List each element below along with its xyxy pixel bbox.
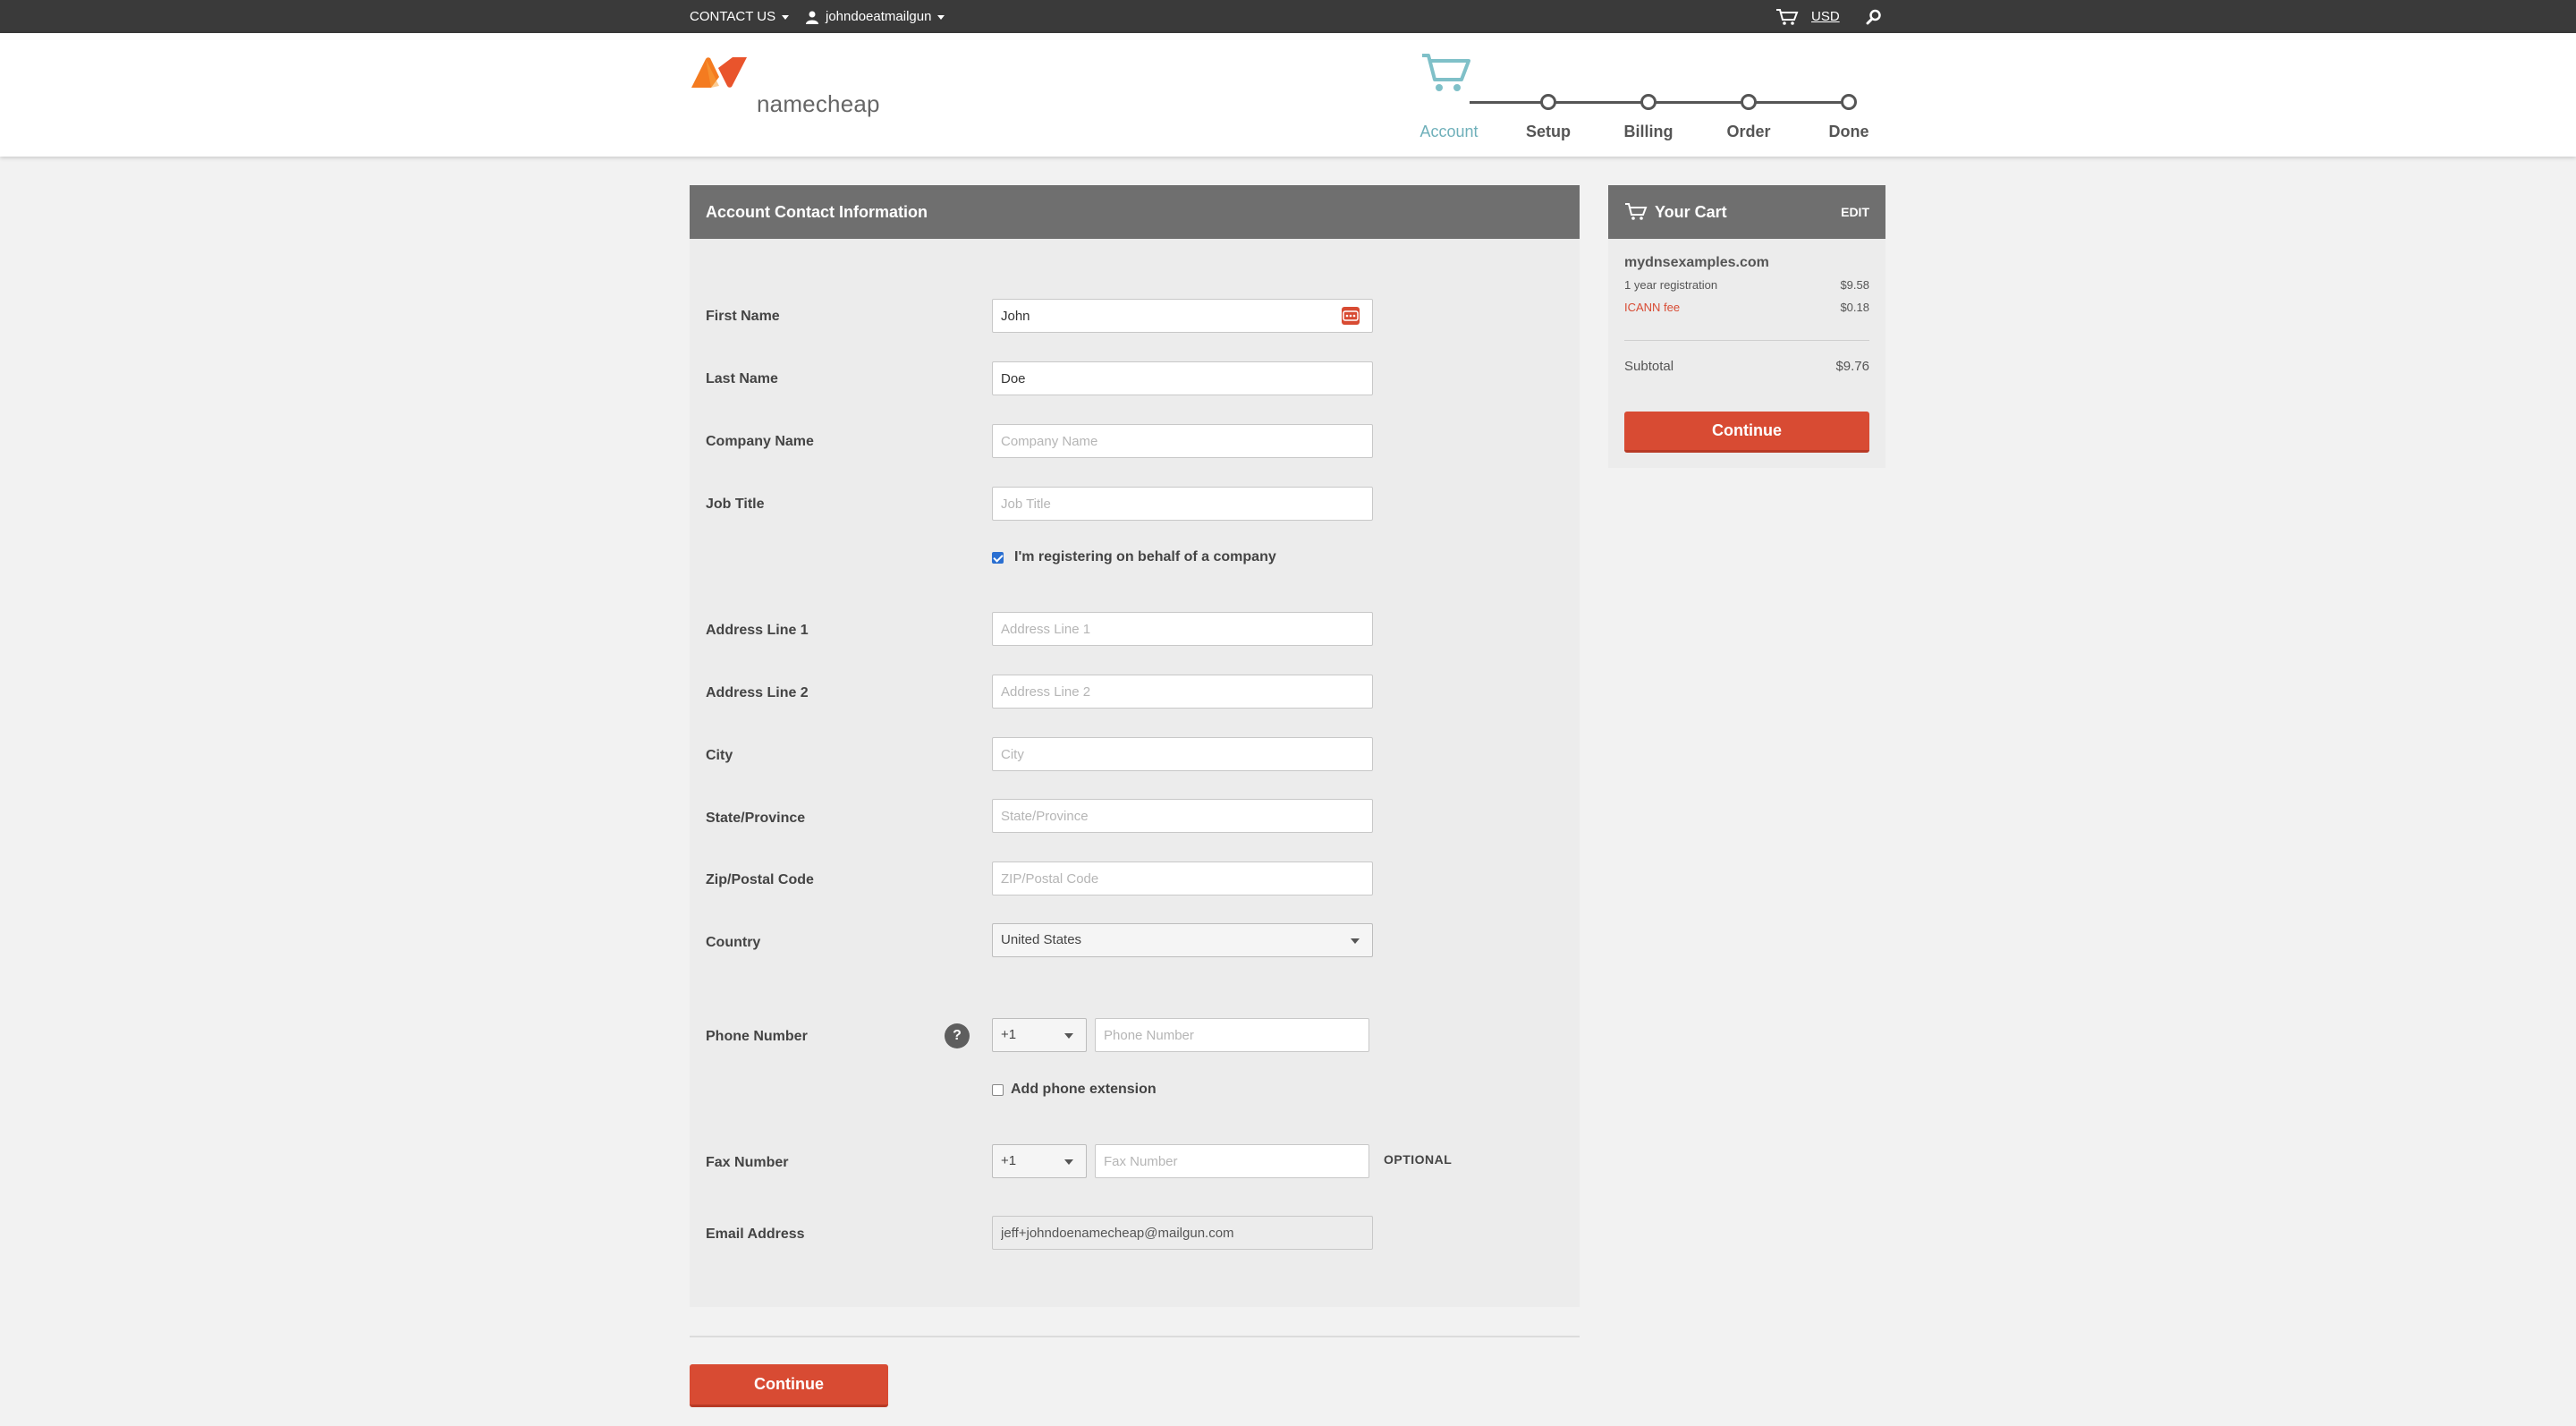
- search-button[interactable]: [1866, 0, 1882, 33]
- first-name-field[interactable]: [992, 299, 1373, 333]
- phone-number-label: Phone Number: [706, 1029, 808, 1044]
- zip-field[interactable]: [992, 862, 1373, 895]
- email-field[interactable]: [992, 1216, 1373, 1250]
- form-divider: [690, 1336, 1580, 1337]
- top-bar: CONTACT US johndoeatmailgun USD: [0, 0, 2576, 33]
- city-label: City: [706, 748, 733, 763]
- brand-name[interactable]: namecheap: [757, 90, 880, 118]
- contact-us-label: CONTACT US: [690, 9, 776, 24]
- dots-icon: [1343, 310, 1359, 321]
- fax-number-label: Fax Number: [706, 1155, 789, 1170]
- step-account: Account: [1419, 123, 1479, 140]
- cart-title: Your Cart: [1655, 203, 1727, 221]
- cart-icon: [1625, 203, 1648, 220]
- cart-edit-link[interactable]: EDIT: [1841, 185, 1869, 239]
- company-name-field[interactable]: [992, 424, 1373, 458]
- company-checkbox[interactable]: [992, 552, 1004, 564]
- step-dot-done: [1841, 94, 1857, 110]
- step-done: Done: [1828, 123, 1869, 140]
- cart-item-label: 1 year registration: [1624, 278, 1718, 292]
- cart-subtotal-value: $9.76: [1835, 359, 1869, 374]
- job-title-label: Job Title: [706, 497, 765, 512]
- phone-extension-checkbox[interactable]: [992, 1084, 1004, 1096]
- chevron-down-icon: [937, 14, 945, 20]
- address-line-1-field[interactable]: [992, 612, 1373, 646]
- phone-extension-label[interactable]: Add phone extension: [1011, 1082, 1157, 1098]
- cart-divider: [1624, 340, 1869, 341]
- cart-item-price: $0.18: [1840, 301, 1869, 314]
- search-icon: [1866, 9, 1881, 25]
- cart-domain: mydnsexamples.com: [1624, 255, 1769, 270]
- phone-code-select[interactable]: +1: [992, 1018, 1087, 1052]
- step-order: Order: [1726, 123, 1771, 140]
- address-line-2-field[interactable]: [992, 675, 1373, 709]
- chevron-down-icon: [1064, 1033, 1073, 1039]
- first-name-label: First Name: [706, 309, 780, 324]
- state-label: State/Province: [706, 811, 806, 826]
- currency-selector[interactable]: USD: [1811, 0, 1840, 33]
- step-setup: Setup: [1525, 123, 1571, 140]
- steps-progress-line: [1470, 101, 1852, 104]
- autofill-icon[interactable]: [1342, 307, 1360, 325]
- phone-number-field[interactable]: [1095, 1018, 1369, 1052]
- continue-button[interactable]: Continue: [690, 1364, 888, 1407]
- address-line-1-label: Address Line 1: [706, 623, 809, 638]
- company-checkbox-label[interactable]: I'm registering on behalf of a company: [1014, 549, 1276, 565]
- cart-icon: [1776, 9, 1799, 25]
- zip-label: Zip/Postal Code: [706, 872, 814, 887]
- cart-panel: Your Cart EDIT mydnsexamples.com 1 year …: [1608, 185, 1885, 468]
- cart-item-label[interactable]: ICANN fee: [1624, 301, 1680, 314]
- phone-code-value: +1: [1001, 1027, 1017, 1042]
- country-value: United States: [1001, 932, 1082, 947]
- site-header: namecheap Account Setup Billing Order Do…: [0, 33, 2576, 157]
- job-title-field[interactable]: [992, 487, 1373, 521]
- country-select[interactable]: United States: [992, 923, 1373, 957]
- cart-link[interactable]: [1775, 0, 1799, 33]
- address-line-2-label: Address Line 2: [706, 685, 809, 700]
- company-name-label: Company Name: [706, 434, 814, 449]
- step-dot-setup: [1540, 94, 1556, 110]
- step-billing: Billing: [1623, 123, 1674, 140]
- fax-code-value: +1: [1001, 1153, 1017, 1168]
- contact-us-menu[interactable]: CONTACT US: [690, 0, 790, 33]
- cart-subtotal-label: Subtotal: [1624, 359, 1674, 374]
- last-name-label: Last Name: [706, 371, 778, 386]
- step-dot-billing: [1640, 94, 1657, 110]
- fax-number-field[interactable]: [1095, 1144, 1369, 1178]
- fax-optional-label: OPTIONAL: [1384, 1152, 1453, 1167]
- fax-code-select[interactable]: +1: [992, 1144, 1087, 1178]
- last-name-field[interactable]: [992, 361, 1373, 395]
- cart-continue-button[interactable]: Continue: [1624, 412, 1869, 453]
- chevron-down-icon: [1064, 1159, 1073, 1165]
- state-field[interactable]: [992, 799, 1373, 833]
- namecheap-logo-icon[interactable]: [690, 55, 749, 89]
- cart-step-icon: [1422, 54, 1470, 91]
- cart-item-price: $9.58: [1840, 278, 1869, 292]
- step-dot-order: [1741, 94, 1757, 110]
- user-icon: [806, 11, 818, 25]
- user-label: johndoeatmailgun: [826, 9, 932, 24]
- chevron-down-icon: [1351, 938, 1360, 944]
- country-label: Country: [706, 935, 761, 950]
- city-field[interactable]: [992, 737, 1373, 771]
- user-menu[interactable]: johndoeatmailgun: [805, 0, 945, 33]
- cart-header: Your Cart EDIT: [1608, 185, 1885, 239]
- phone-help-icon[interactable]: ?: [945, 1023, 970, 1048]
- panel-title: Account Contact Information: [690, 185, 1580, 239]
- chevron-down-icon: [782, 14, 790, 20]
- email-label: Email Address: [706, 1227, 805, 1242]
